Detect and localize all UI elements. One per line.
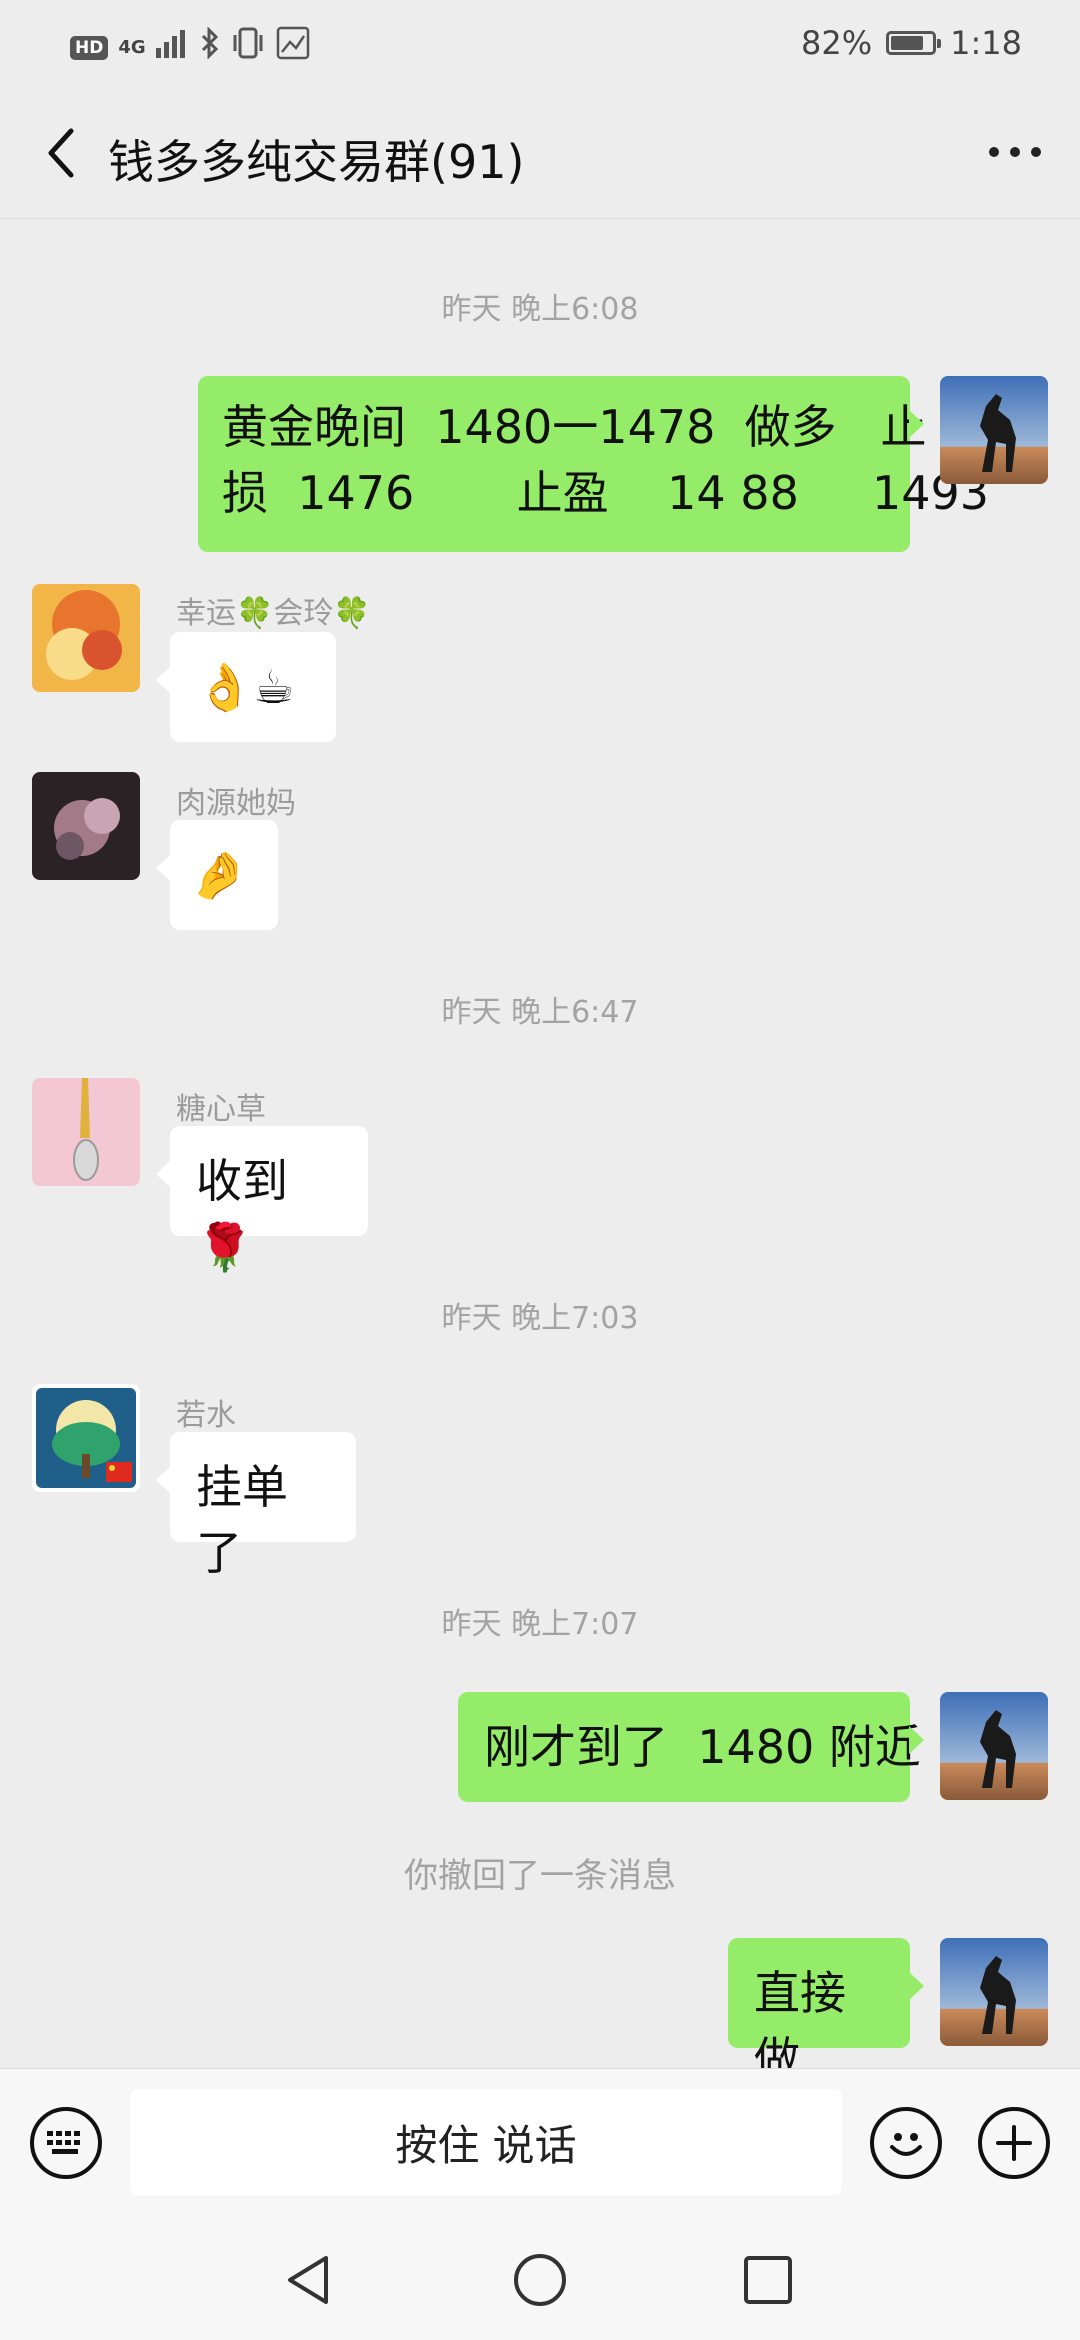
sender-avatar[interactable]: [32, 584, 140, 692]
sender-name: 幸运🍀会玲🍀: [176, 596, 371, 631]
system-nav-bar: [0, 2220, 1080, 2340]
incoming-message-bubble[interactable]: 🤌: [156, 820, 278, 930]
message-text-line: 黄金晚间 1480一1478 做多 止: [222, 400, 927, 454]
hd-icon: HD: [70, 35, 109, 60]
clock: 1:18: [950, 24, 1022, 62]
incoming-message-bubble[interactable]: 收到🌹: [156, 1126, 368, 1274]
more-options-button[interactable]: [980, 122, 1050, 182]
incoming-message-bubble[interactable]: 👌☕: [156, 632, 336, 742]
battery-percentage: 82%: [801, 24, 873, 62]
sender-name: 肉源她妈: [176, 786, 296, 821]
status-icons-left: HD 4G: [70, 26, 310, 69]
incoming-message-bubble[interactable]: 挂单了: [156, 1432, 356, 1580]
more-dots-icon: [989, 147, 1041, 157]
my-avatar[interactable]: [940, 376, 1048, 484]
timestamp: 昨天 晚上6:08: [441, 292, 639, 327]
outgoing-message-bubble[interactable]: 黄金晚间 1480一1478 做多 止 损 1476 止盈 14 88 1493: [198, 376, 990, 552]
sender-avatar[interactable]: [32, 772, 140, 880]
hold-to-talk-button[interactable]: 按住 说话: [130, 2089, 842, 2195]
square-recents-icon: [744, 2256, 792, 2304]
sender-avatar[interactable]: [32, 1078, 140, 1186]
nav-home-button[interactable]: [510, 2250, 570, 2310]
my-avatar[interactable]: [940, 1692, 1048, 1800]
outgoing-message-bubble[interactable]: 直接做: [728, 1938, 924, 2086]
message-text: 刚才到了 1480 附近: [484, 1720, 921, 1774]
emoji-button[interactable]: [870, 2107, 942, 2179]
plus-button[interactable]: [978, 2107, 1050, 2179]
message-emoji: 🤌: [190, 848, 248, 902]
chat-title: 钱多多纯交易群(91): [108, 135, 525, 189]
battery-icon: [886, 31, 942, 55]
bluetooth-icon: [200, 26, 220, 68]
message-text: 挂单了: [196, 1460, 288, 1580]
battery-level-fill: [891, 36, 924, 50]
message-emoji: 👌☕: [196, 660, 295, 714]
keyboard-icon: [47, 2131, 80, 2154]
chat-header: 钱多多纯交易群(91): [0, 88, 1080, 219]
message-text-line: 损 1476 止盈 14 88 1493: [222, 466, 990, 520]
app-notification-icon: [276, 26, 310, 69]
sender-name: 若水: [176, 1398, 236, 1433]
message-text: 收到🌹: [196, 1154, 288, 1274]
vibrate-icon: [230, 27, 266, 68]
triangle-back-icon: [288, 2256, 328, 2304]
my-avatar[interactable]: [940, 1938, 1048, 2046]
signal-icon: [155, 28, 190, 67]
network-4g-icon: 4G: [118, 36, 146, 58]
plus-icon: [996, 2125, 1032, 2161]
nav-recents-button[interactable]: [738, 2250, 798, 2310]
recall-notice: 你撤回了一条消息: [404, 1856, 676, 1896]
timestamp: 昨天 晚上7:07: [441, 1607, 639, 1642]
timestamp: 昨天 晚上7:03: [441, 1301, 639, 1336]
outgoing-message-bubble[interactable]: 刚才到了 1480 附近: [458, 1692, 924, 1802]
smiley-icon: [890, 2133, 922, 2156]
circle-home-icon: [514, 2254, 566, 2306]
sender-name: 糖心草: [176, 1092, 266, 1127]
status-icons-right: 82% 1:18: [801, 24, 1022, 62]
input-bar: 按住 说话: [0, 2068, 1080, 2221]
status-bar: HD 4G 82% 1:18: [0, 0, 1080, 88]
keyboard-toggle-button[interactable]: [30, 2107, 102, 2179]
nav-back-button[interactable]: [278, 2250, 338, 2310]
timestamp: 昨天 晚上6:47: [441, 995, 639, 1030]
back-button[interactable]: [28, 118, 98, 188]
sender-avatar[interactable]: [32, 1384, 140, 1492]
chevron-left-icon: [48, 128, 74, 178]
